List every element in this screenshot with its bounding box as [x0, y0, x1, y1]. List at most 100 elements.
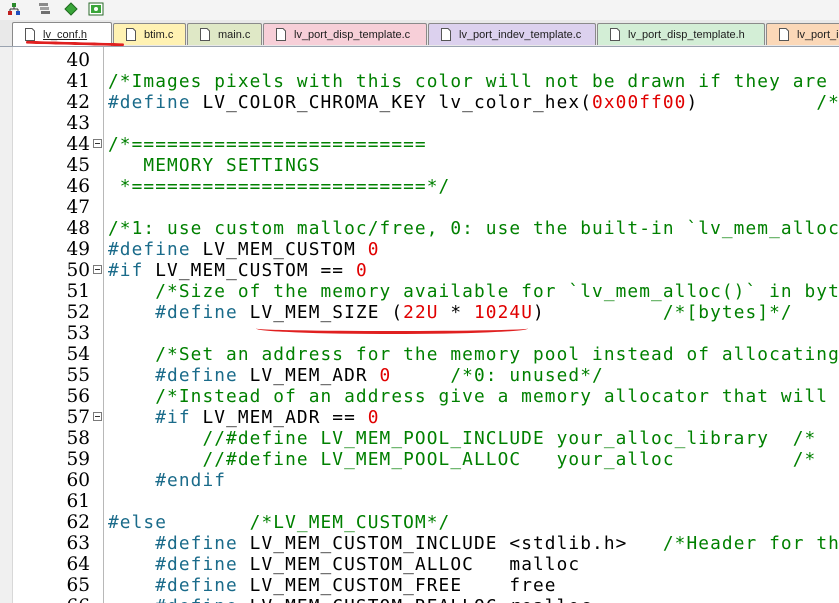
tab-lv-port-disp-template-c[interactable]: lv_port_disp_template.c: [263, 23, 427, 45]
tab-lv-port-i[interactable]: lv_port_i: [766, 23, 839, 45]
code-line[interactable]: 59 //#define LV_MEM_POOL_ALLOC your_allo…: [0, 449, 839, 470]
code-text: #define LV_MEM_SIZE (22U * 1024U) /*[byt…: [108, 302, 793, 323]
code-line[interactable]: 48 /*1: use custom malloc/free, 0: use th…: [0, 218, 839, 239]
code-token: #if: [108, 260, 156, 281]
code-text: //#define LV_MEM_POOL_ALLOC your_alloc /…: [108, 449, 828, 470]
code-token: #else: [108, 512, 168, 533]
file-icon: [276, 28, 286, 41]
code-text: #define LV_MEM_ADR 0 /*0: unused*/: [108, 365, 604, 386]
code-token: /*Size of the memory available for `lv_m…: [108, 281, 839, 302]
code-text: /*=========================: [108, 134, 427, 155]
code-line[interactable]: 50 #if LV_MEM_CUSTOM == 0: [0, 260, 839, 281]
code-line[interactable]: 56 /*Instead of an address give a memory…: [0, 386, 839, 407]
code-token: LV_MEM_CUSTOM: [202, 239, 368, 260]
line-number: 50: [66, 260, 90, 281]
line-number: 41: [66, 71, 90, 92]
code-token: /*Images pixels with this color will not…: [108, 71, 829, 92]
code-token: /*Instead of an address give a memory al…: [108, 386, 829, 407]
code-token: /*: [816, 92, 839, 113]
fold-toggle-icon[interactable]: [93, 139, 102, 148]
code-token: LV_MEM_CUSTOM_FREE free: [249, 575, 557, 596]
code-token: /*=========================: [108, 134, 427, 155]
code-line[interactable]: 55 #define LV_MEM_ADR 0 /*0: unused*/: [0, 365, 839, 386]
code-token: MEMORY SETTINGS: [108, 155, 321, 176]
code-token: LV_MEM_SIZE (: [249, 302, 404, 323]
code-token: LV_MEM_CUSTOM_INCLUDE <stdlib.h>: [249, 533, 663, 554]
code-token: 0x00ff00: [592, 92, 687, 113]
code-token: #define: [108, 239, 203, 260]
tab-bar: lv_conf.h btim.c main.c lv_port_disp_tem…: [0, 20, 839, 47]
file-icon: [610, 28, 620, 41]
code-line[interactable]: 57 #if LV_MEM_ADR == 0: [0, 407, 839, 428]
code-line[interactable]: 44 /*=========================: [0, 134, 839, 155]
code-token: ): [533, 302, 663, 323]
code-line[interactable]: 62 #else /*LV_MEM_CUSTOM*/: [0, 512, 839, 533]
code-token: /*Header for the: [662, 533, 839, 554]
code-token: LV_MEM_ADR ==: [202, 407, 368, 428]
code-token: 1024U: [473, 302, 534, 323]
code-line[interactable]: 46 *=========================*/: [0, 176, 839, 197]
file-icon: [25, 28, 35, 41]
code-text: #if LV_MEM_CUSTOM == 0: [108, 260, 368, 281]
tab-label: lv_port_indev_template.c: [459, 28, 582, 41]
code-token: #define: [108, 554, 250, 575]
code-line[interactable]: 52 #define LV_MEM_SIZE (22U * 1024U) /*[…: [0, 302, 839, 323]
tab-label: lv_conf.h: [43, 28, 88, 41]
code-token: /*0: unused*/: [450, 365, 604, 386]
line-number: 65: [66, 575, 90, 596]
line-number: 56: [66, 386, 90, 407]
build-tree-icon[interactable]: [6, 1, 22, 17]
line-number: 47: [66, 197, 90, 218]
line-number: 51: [66, 281, 90, 302]
line-number: 53: [66, 323, 90, 344]
line-number: 40: [66, 50, 90, 71]
code-line[interactable]: 40: [0, 50, 839, 71]
code-token: #define: [108, 302, 250, 323]
tab-btim-c[interactable]: btim.c: [113, 23, 186, 45]
code-text: /*Size of the memory available for `lv_m…: [108, 281, 839, 302]
line-number: 54: [66, 344, 90, 365]
diamond-icon[interactable]: [63, 1, 79, 17]
code-line[interactable]: 45 MEMORY SETTINGS: [0, 155, 839, 176]
line-number: 42: [66, 92, 90, 113]
fold-toggle-icon[interactable]: [93, 412, 102, 421]
line-number: 57: [66, 407, 90, 428]
line-number: 46: [66, 176, 90, 197]
tab-label: lv_port_i: [797, 28, 839, 41]
code-line[interactable]: 51 /*Size of the memory available for `l…: [0, 281, 839, 302]
code-text: //#define LV_MEM_POOL_INCLUDE your_alloc…: [108, 428, 828, 449]
tab-main-c[interactable]: main.c: [187, 23, 262, 45]
line-number: 48: [66, 218, 90, 239]
code-token: #define: [108, 92, 203, 113]
tab-label: lv_port_disp_template.h: [628, 28, 745, 41]
fold-toggle-icon[interactable]: [93, 265, 102, 274]
line-number: 61: [66, 491, 90, 512]
code-line[interactable]: 58 //#define LV_MEM_POOL_INCLUDE your_al…: [0, 428, 839, 449]
code-token: 0: [367, 407, 380, 428]
code-token: *: [438, 302, 474, 323]
code-line[interactable]: 54 /*Set an address for the memory pool …: [0, 344, 839, 365]
code-line[interactable]: 65 #define LV_MEM_CUSTOM_FREE free: [0, 575, 839, 596]
line-number: 62: [66, 512, 90, 533]
line-number: 66: [14, 596, 90, 603]
code-line[interactable]: 42 #define LV_COLOR_CHROMA_KEY lv_color_h…: [0, 92, 839, 113]
code-text: #define LV_MEM_CUSTOM_ALLOC malloc: [108, 554, 580, 575]
code-line[interactable]: 64 #define LV_MEM_CUSTOM_ALLOC malloc: [0, 554, 839, 575]
tab-label: btim.c: [144, 28, 174, 41]
config-icon[interactable]: [88, 1, 104, 17]
code-token: /*1: use custom malloc/free, 0: use the …: [108, 218, 839, 239]
code-line[interactable]: 49 #define LV_MEM_CUSTOM 0: [0, 239, 839, 260]
code-line[interactable]: 43: [0, 113, 839, 134]
code-line[interactable]: 41 /*Images pixels with this color will n…: [0, 71, 839, 92]
code-line[interactable]: 47: [0, 197, 839, 218]
code-line[interactable]: 60 #endif: [0, 470, 839, 491]
tab-lv-port-indev-template-c[interactable]: lv_port_indev_template.c: [428, 23, 596, 45]
layers-icon[interactable]: [36, 1, 52, 17]
code-token: #define: [108, 575, 250, 596]
code-line[interactable]: 66 #define LV_MEM_CUSTOM_REALLOC realloc: [0, 596, 839, 603]
code-line[interactable]: 63 #define LV_MEM_CUSTOM_INCLUDE <stdlib…: [0, 533, 839, 554]
code-token: /*Set an address for the memory pool ins…: [108, 344, 839, 365]
tab-lv-port-disp-template-h[interactable]: lv_port_disp_template.h: [597, 23, 765, 45]
code-line[interactable]: 61: [0, 491, 839, 512]
code-token: LV_MEM_CUSTOM ==: [155, 260, 356, 281]
